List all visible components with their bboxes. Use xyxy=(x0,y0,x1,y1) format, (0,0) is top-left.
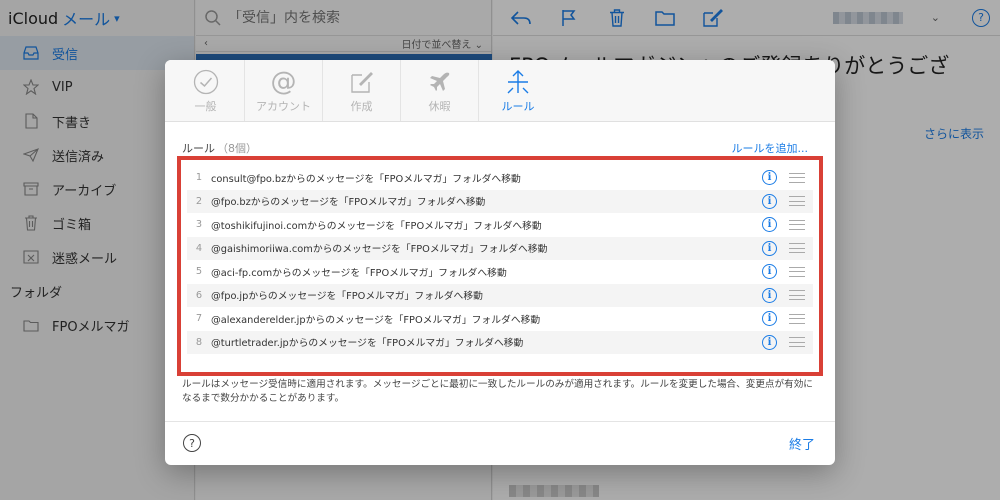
rule-row[interactable]: 5 @aci-fp.comからのメッセージを「FPOメルマガ」フォルダへ移動 i xyxy=(187,260,813,284)
rules-list: 1 consult@fpo.bzからのメッセージを「FPOメルマガ」フォルダへ移… xyxy=(187,166,813,354)
rules-title: ルール xyxy=(182,142,215,155)
at-sign-icon: @ xyxy=(270,66,297,97)
rule-number: 3 xyxy=(195,219,203,231)
rule-text: consult@fpo.bzからのメッセージを「FPOメルマガ」フォルダへ移動 xyxy=(211,173,521,185)
rule-row[interactable]: 2 @fpo.bzからのメッセージを「FPOメルマガ」フォルダへ移動 i xyxy=(187,189,813,213)
drag-handle-icon[interactable] xyxy=(789,266,805,277)
rule-number: 1 xyxy=(195,172,203,184)
rule-text: @alexanderelder.jpからのメッセージを「FPOメルマガ」フォルダ… xyxy=(211,314,541,326)
dialog-footer: ? 終了 xyxy=(165,421,835,465)
rules-arrows-icon xyxy=(506,68,530,96)
rule-number: 2 xyxy=(195,195,203,207)
tab-compose[interactable]: 作成 xyxy=(323,60,401,121)
check-circle-icon xyxy=(193,68,219,96)
drag-handle-icon[interactable] xyxy=(789,243,805,254)
airplane-icon xyxy=(428,68,452,96)
preferences-tabs: 一般 @ アカウント 作成 休暇 ルール xyxy=(165,60,835,122)
info-icon[interactable]: i xyxy=(762,193,777,209)
rule-text: @fpo.jpからのメッセージを「FPOメルマガ」フォルダへ移動 xyxy=(211,291,483,303)
rule-row[interactable]: 3 @toshikifujinoi.comからのメッセージを「FPOメルマガ」フ… xyxy=(187,213,813,237)
drag-handle-icon[interactable] xyxy=(789,219,805,230)
rules-count: （8個） xyxy=(217,142,257,155)
tab-label: 作成 xyxy=(350,99,373,113)
rule-row[interactable]: 1 consult@fpo.bzからのメッセージを「FPOメルマガ」フォルダへ移… xyxy=(187,166,813,190)
info-icon[interactable]: i xyxy=(762,217,777,233)
rule-number: 5 xyxy=(195,266,203,278)
tab-label: ルール xyxy=(501,99,535,113)
tab-label: 休暇 xyxy=(428,99,451,113)
help-button[interactable]: ? xyxy=(183,434,201,452)
rule-text: @toshikifujinoi.comからのメッセージを「FPOメルマガ」フォル… xyxy=(211,220,542,232)
tab-accounts[interactable]: @ アカウント xyxy=(245,60,323,121)
rules-heading: ルール （8個） xyxy=(182,140,257,156)
preferences-dialog: 一般 @ アカウント 作成 休暇 ルール ルール（8個） ルールを追加... xyxy=(165,60,835,465)
tab-vacation[interactable]: 休暇 xyxy=(401,60,479,121)
rule-number: 7 xyxy=(195,313,203,325)
rule-row[interactable]: 6 @fpo.jpからのメッセージを「FPOメルマガ」フォルダへ移動 i xyxy=(187,283,813,307)
rule-text: @aci-fp.comからのメッセージを「FPOメルマガ」フォルダへ移動 xyxy=(211,267,507,279)
info-icon[interactable]: i xyxy=(762,264,777,280)
rules-note: ルールはメッセージ受信時に適用されます。メッセージごとに最初に一致したルールのみ… xyxy=(182,379,813,404)
rule-row[interactable]: 7 @alexanderelder.jpからのメッセージを「FPOメルマガ」フォ… xyxy=(187,307,813,331)
info-icon[interactable]: i xyxy=(762,287,777,303)
drag-handle-icon[interactable] xyxy=(789,313,805,324)
drag-handle-icon[interactable] xyxy=(789,196,805,207)
drag-handle-icon[interactable] xyxy=(789,172,805,183)
add-rule-link[interactable]: ルールを追加... xyxy=(732,140,809,156)
info-icon[interactable]: i xyxy=(762,334,777,350)
rule-row[interactable]: 8 @turtletrader.jpからのメッセージを「FPOメルマガ」フォルダ… xyxy=(187,330,813,354)
done-button[interactable]: 終了 xyxy=(789,434,815,453)
rule-number: 4 xyxy=(195,242,203,254)
rule-text: @gaishimoriiwa.comからのメッセージを「FPOメルマガ」フォルダ… xyxy=(211,244,548,256)
rule-row[interactable]: 4 @gaishimoriiwa.comからのメッセージを「FPOメルマガ」フォ… xyxy=(187,236,813,260)
rule-number: 6 xyxy=(195,289,203,301)
info-icon[interactable]: i xyxy=(762,311,777,327)
rule-text: @fpo.bzからのメッセージを「FPOメルマガ」フォルダへ移動 xyxy=(211,197,486,209)
drag-handle-icon[interactable] xyxy=(789,337,805,348)
info-icon[interactable]: i xyxy=(762,240,777,256)
drag-handle-icon[interactable] xyxy=(789,290,805,301)
tab-rules[interactable]: ルール xyxy=(479,60,557,121)
tab-label: 一般 xyxy=(194,99,217,113)
tab-label: アカウント xyxy=(256,99,311,113)
tab-general[interactable]: 一般 xyxy=(167,60,245,121)
rule-number: 8 xyxy=(195,336,203,348)
rules-list-highlight: 1 consult@fpo.bzからのメッセージを「FPOメルマガ」フォルダへ移… xyxy=(177,156,823,376)
rule-text: @turtletrader.jpからのメッセージを「FPOメルマガ」フォルダへ移… xyxy=(211,338,524,350)
compose-icon xyxy=(350,68,374,96)
info-icon[interactable]: i xyxy=(762,170,777,186)
